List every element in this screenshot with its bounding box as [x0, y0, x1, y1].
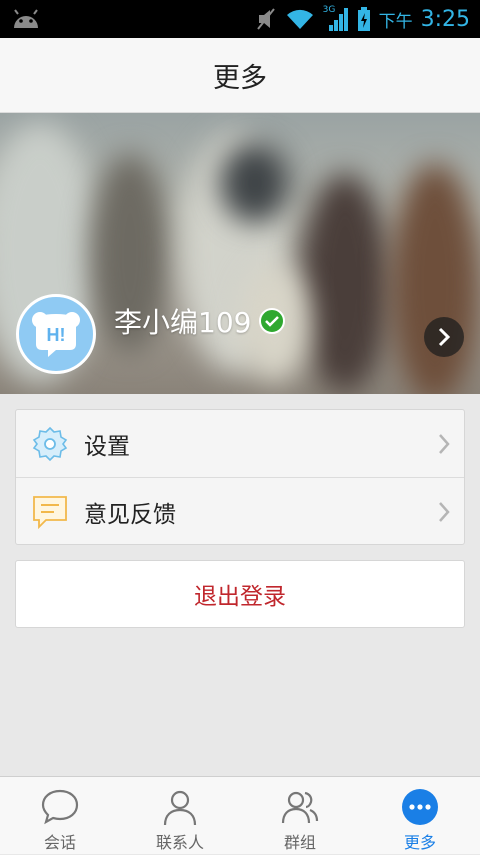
menu-item-settings[interactable]: 设置: [16, 410, 464, 477]
page-title: 更多: [213, 62, 267, 94]
group-icon: [281, 791, 319, 824]
background-blur: [220, 143, 290, 223]
status-time: 3:25: [420, 6, 470, 32]
profile-name-row: 李小编109: [114, 301, 286, 341]
feedback-icon: [33, 495, 67, 529]
menu-item-label: 意见反馈: [84, 501, 176, 528]
person-icon: [163, 790, 197, 826]
more-icon: [402, 789, 438, 825]
tab-label: 群组: [283, 833, 316, 852]
android-icon: [14, 9, 38, 28]
background-blur: [390, 163, 480, 394]
chevron-right-icon: [439, 501, 450, 522]
chevron-right-icon: [438, 327, 451, 347]
wifi-icon: [286, 9, 313, 29]
menu-card: 设置 意见反馈: [15, 409, 465, 545]
menu-item-feedback[interactable]: 意见反馈: [16, 478, 464, 545]
title-bar: 更多: [0, 38, 480, 113]
profile-name: 李小编109: [114, 306, 252, 339]
tab-chat[interactable]: 会话: [0, 777, 120, 855]
status-bar: 3G 下午 3:25: [0, 0, 480, 38]
tab-label: 更多: [403, 833, 436, 852]
status-ampm: 下午: [378, 11, 413, 32]
tab-label: 会话: [43, 833, 76, 852]
mute-icon: [256, 8, 275, 30]
tab-more[interactable]: 更多: [360, 777, 480, 855]
tab-label: 联系人: [155, 833, 204, 852]
avatar-text: H!: [47, 325, 66, 345]
logout-button[interactable]: 退出登录: [15, 560, 465, 628]
chevron-right-icon: [439, 433, 450, 454]
avatar-bear-icon: H!: [32, 312, 80, 357]
gear-icon: [32, 426, 68, 461]
verified-check-icon: [259, 308, 286, 334]
background-blur: [300, 173, 390, 393]
tab-bar: 会话 联系人 群组 更多: [0, 776, 480, 854]
chat-bubble-icon: [41, 789, 79, 825]
tab-contacts[interactable]: 联系人: [120, 777, 240, 855]
profile-header[interactable]: H! 李小编109: [0, 113, 480, 394]
avatar[interactable]: H!: [16, 294, 96, 374]
tab-groups[interactable]: 群组: [240, 777, 360, 855]
signal-icon: 3G: [323, 5, 349, 33]
profile-detail-button[interactable]: [424, 317, 464, 357]
menu-item-label: 设置: [84, 433, 130, 460]
battery-charging-icon: [357, 7, 370, 31]
